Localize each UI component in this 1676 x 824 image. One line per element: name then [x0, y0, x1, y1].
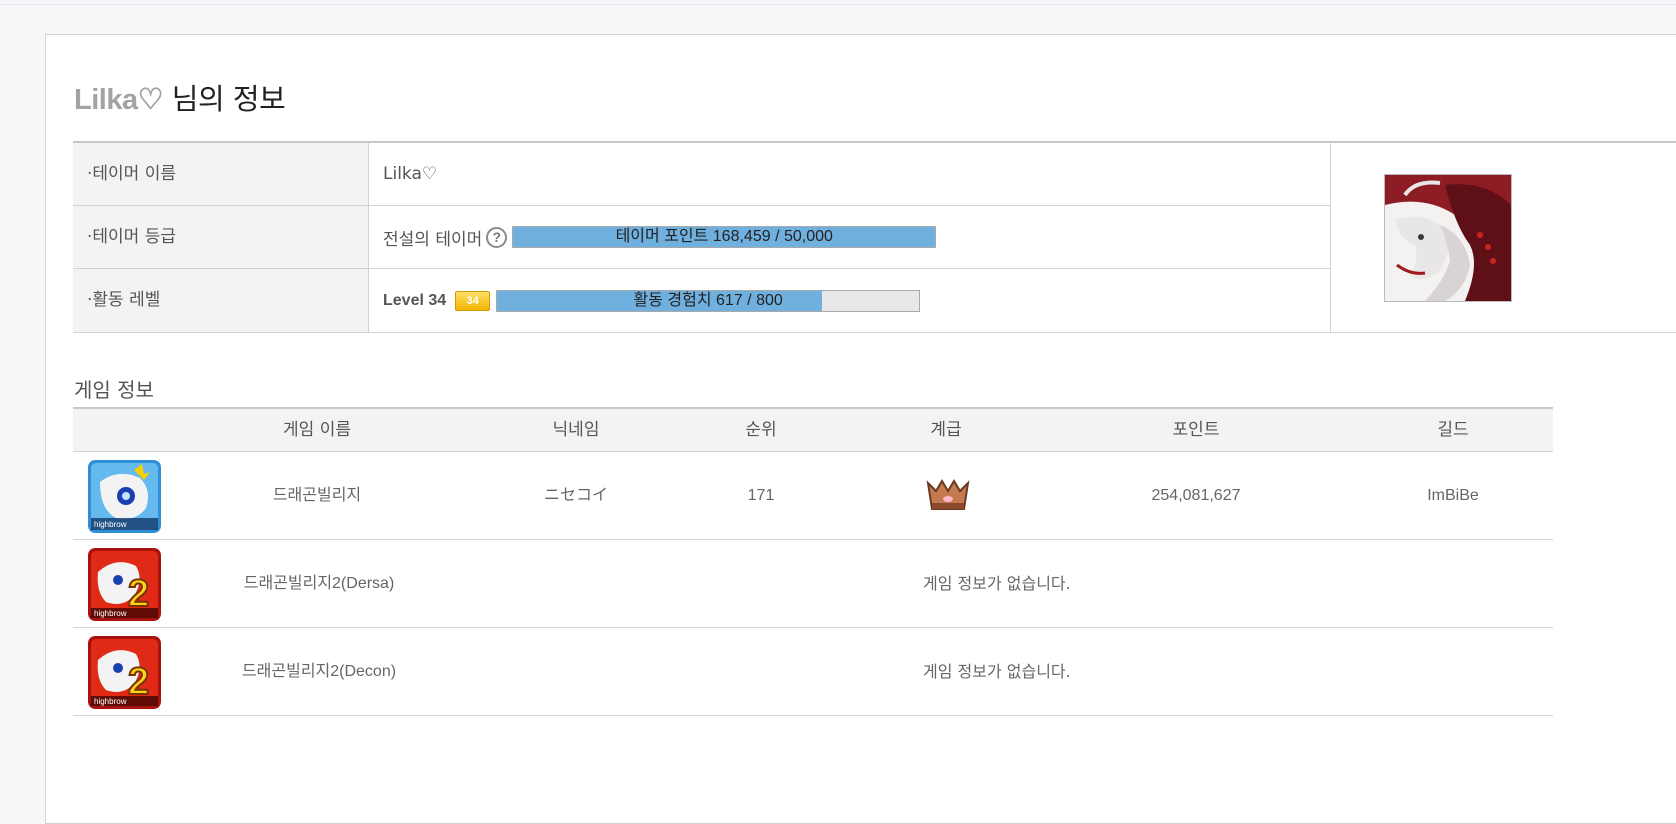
tamer-grade-label: ·테이머 등급 — [73, 206, 369, 268]
tamer-grade-row: ·테이머 등급 전설의 테이머 ? 테이머 포인트 168,459 / 50,0… — [73, 206, 1330, 269]
avatar-cell — [1330, 143, 1676, 333]
crown-icon — [926, 479, 970, 510]
game-name[interactable]: 드래곤빌리지2(Dersa) — [244, 540, 395, 627]
level-text: Level 34 — [383, 291, 447, 309]
col-guild: 길드 — [1437, 420, 1469, 440]
activity-exp-text: 활동 경험치 617 / 800 — [633, 291, 783, 309]
table-row: 2 highbrow 드래곤빌리지2(Dersa) 게임 정보가 없습니다. — [73, 540, 1553, 628]
game-points: 254,081,627 — [1151, 487, 1241, 504]
activity-level-label: ·활동 레벨 — [73, 269, 369, 332]
svg-text:highbrow: highbrow — [94, 697, 127, 706]
game-nickname: ニセコイ — [543, 487, 609, 504]
tamer-grade-text: 전설의 테이머 — [383, 229, 483, 250]
tamer-grade-value: 전설의 테이머 ? 테이머 포인트 168,459 / 50,000 — [383, 206, 937, 268]
col-rank: 순위 — [745, 420, 777, 440]
game-table-header: 게임 이름 닉네임 순위 계급 포인트 길드 — [73, 407, 1553, 452]
tamer-name-label: ·테이머 이름 — [73, 143, 369, 205]
col-nickname: 닉네임 — [552, 420, 600, 440]
tamer-info-table: ·테이머 이름 Lilka♡ ·테이머 등급 전설의 테이머 ? 테이머 포인트… — [73, 141, 1676, 333]
top-divider — [0, 4, 1676, 5]
no-game-info-text: 게임 정보가 없습니다. — [923, 662, 1071, 681]
tamer-point-bar: 테이머 포인트 168,459 / 50,000 — [512, 226, 937, 248]
tamer-name-value: Lilka♡ — [383, 164, 438, 184]
dragon-village-icon[interactable]: highbrow — [88, 460, 161, 533]
col-points: 포인트 — [1172, 420, 1220, 440]
game-info-title: 게임 정보 — [74, 378, 154, 402]
title-suffix: 님의 정보 — [163, 82, 286, 116]
tamer-point-text: 테이머 포인트 168,459 / 50,000 — [615, 228, 833, 245]
table-row: 2 highbrow 드래곤빌리지2(Decon) 게임 정보가 없습니다. — [73, 628, 1553, 716]
svg-text:highbrow: highbrow — [94, 520, 127, 529]
dragon-village-2-icon[interactable]: 2 highbrow — [88, 636, 161, 709]
dragon-avatar-icon — [1385, 175, 1511, 301]
avatar — [1384, 174, 1512, 302]
game-rank: 171 — [747, 487, 775, 504]
svg-text:highbrow: highbrow — [94, 609, 127, 618]
title-nickname: Lilka♡ — [74, 84, 164, 116]
table-row: highbrow 드래곤빌리지 ニセコイ 171 254,081,627 ImB… — [73, 452, 1553, 540]
activity-exp-bar: 활동 경험치 617 / 800 — [496, 289, 921, 312]
game-name[interactable]: 드래곤빌리지2(Decon) — [242, 628, 396, 715]
game-name[interactable]: 드래곤빌리지 — [273, 452, 361, 539]
dragon-village-2-icon[interactable]: 2 highbrow — [88, 548, 161, 621]
col-class: 계급 — [930, 420, 962, 440]
col-game-name: 게임 이름 — [283, 420, 351, 440]
activity-level-row: ·활동 레벨 Level 34 34 활동 경험치 617 / 800 — [73, 269, 1330, 332]
level-badge-icon: 34 — [455, 290, 491, 311]
tamer-name-row: ·테이머 이름 Lilka♡ — [73, 143, 1330, 206]
game-guild[interactable]: ImBiBe — [1427, 452, 1479, 539]
page-title: Lilka♡ 님의 정보 — [74, 76, 286, 118]
no-game-info-text: 게임 정보가 없습니다. — [923, 574, 1071, 593]
activity-level-value: Level 34 34 활동 경험치 617 / 800 — [383, 269, 921, 332]
help-icon[interactable]: ? — [486, 226, 508, 248]
